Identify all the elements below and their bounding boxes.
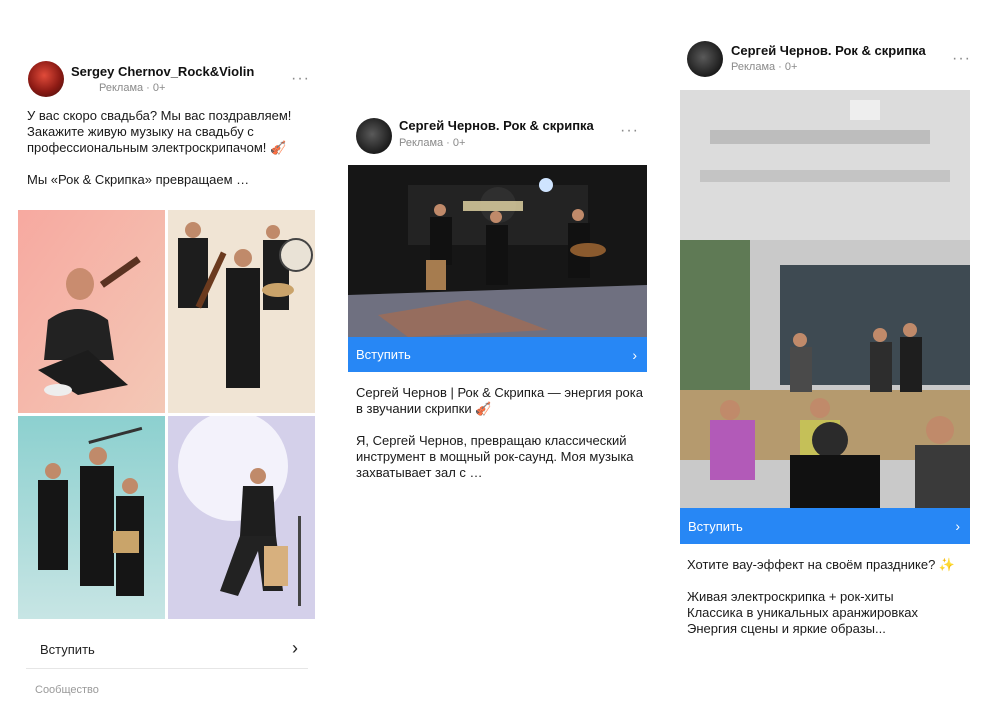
community-label: Сообщество — [35, 684, 99, 696]
post-text: Хотите вау-эффект на своём празднике? ✨ … — [687, 557, 956, 636]
post-text: У вас скоро свадьба? Мы вас поздравляем!… — [27, 108, 292, 187]
join-label: Вступить — [688, 518, 743, 534]
chevron-right-icon: › — [632, 346, 637, 363]
join-button[interactable]: Вступить › — [680, 508, 970, 544]
chevron-right-icon: › — [292, 638, 298, 658]
avatar[interactable] — [28, 61, 64, 97]
more-options-icon[interactable]: ··· — [620, 123, 639, 139]
avatar[interactable] — [356, 118, 392, 154]
more-options-icon[interactable]: ··· — [291, 71, 310, 87]
photo-band-teal[interactable] — [18, 416, 165, 619]
join-label: Вступить — [40, 642, 95, 657]
join-label: Вступить — [356, 347, 411, 362]
ad-post-1: Sergey Chernov_Rock&Violin Реклама · 0+ … — [18, 58, 318, 703]
post-text: Сергей Чернов | Рок & Скрипка — энергия … — [356, 385, 643, 480]
chevron-right-icon: › — [955, 518, 960, 534]
photo-band-beige[interactable] — [168, 210, 315, 413]
photo-violinist-lilac[interactable] — [168, 416, 315, 619]
ad-post-3: Сергей Чернов. Рок & скрипка Реклама · 0… — [680, 38, 980, 678]
author-name[interactable]: Sergey Chernov_Rock&Violin — [71, 64, 254, 79]
more-options-icon[interactable]: ··· — [952, 51, 971, 67]
avatar[interactable] — [687, 41, 723, 77]
ad-post-2: Сергей Чернов. Рок & скрипка Реклама · 0… — [348, 115, 648, 495]
video-event-crowd[interactable] — [680, 90, 970, 508]
video-studio-trio[interactable] — [348, 165, 647, 337]
photo-violinist-pink[interactable] — [18, 210, 165, 413]
join-button[interactable]: Вступить › — [348, 337, 647, 372]
join-button[interactable]: Вступить › — [26, 632, 308, 669]
ad-label: Реклама · 0+ — [399, 137, 466, 149]
ad-label: Реклама · 0+ — [731, 61, 798, 73]
ad-label: Реклама · 0+ — [99, 82, 166, 94]
photo-grid — [18, 210, 315, 619]
author-name[interactable]: Сергей Чернов. Рок & скрипка — [399, 118, 594, 133]
author-name[interactable]: Сергей Чернов. Рок & скрипка — [731, 43, 926, 58]
